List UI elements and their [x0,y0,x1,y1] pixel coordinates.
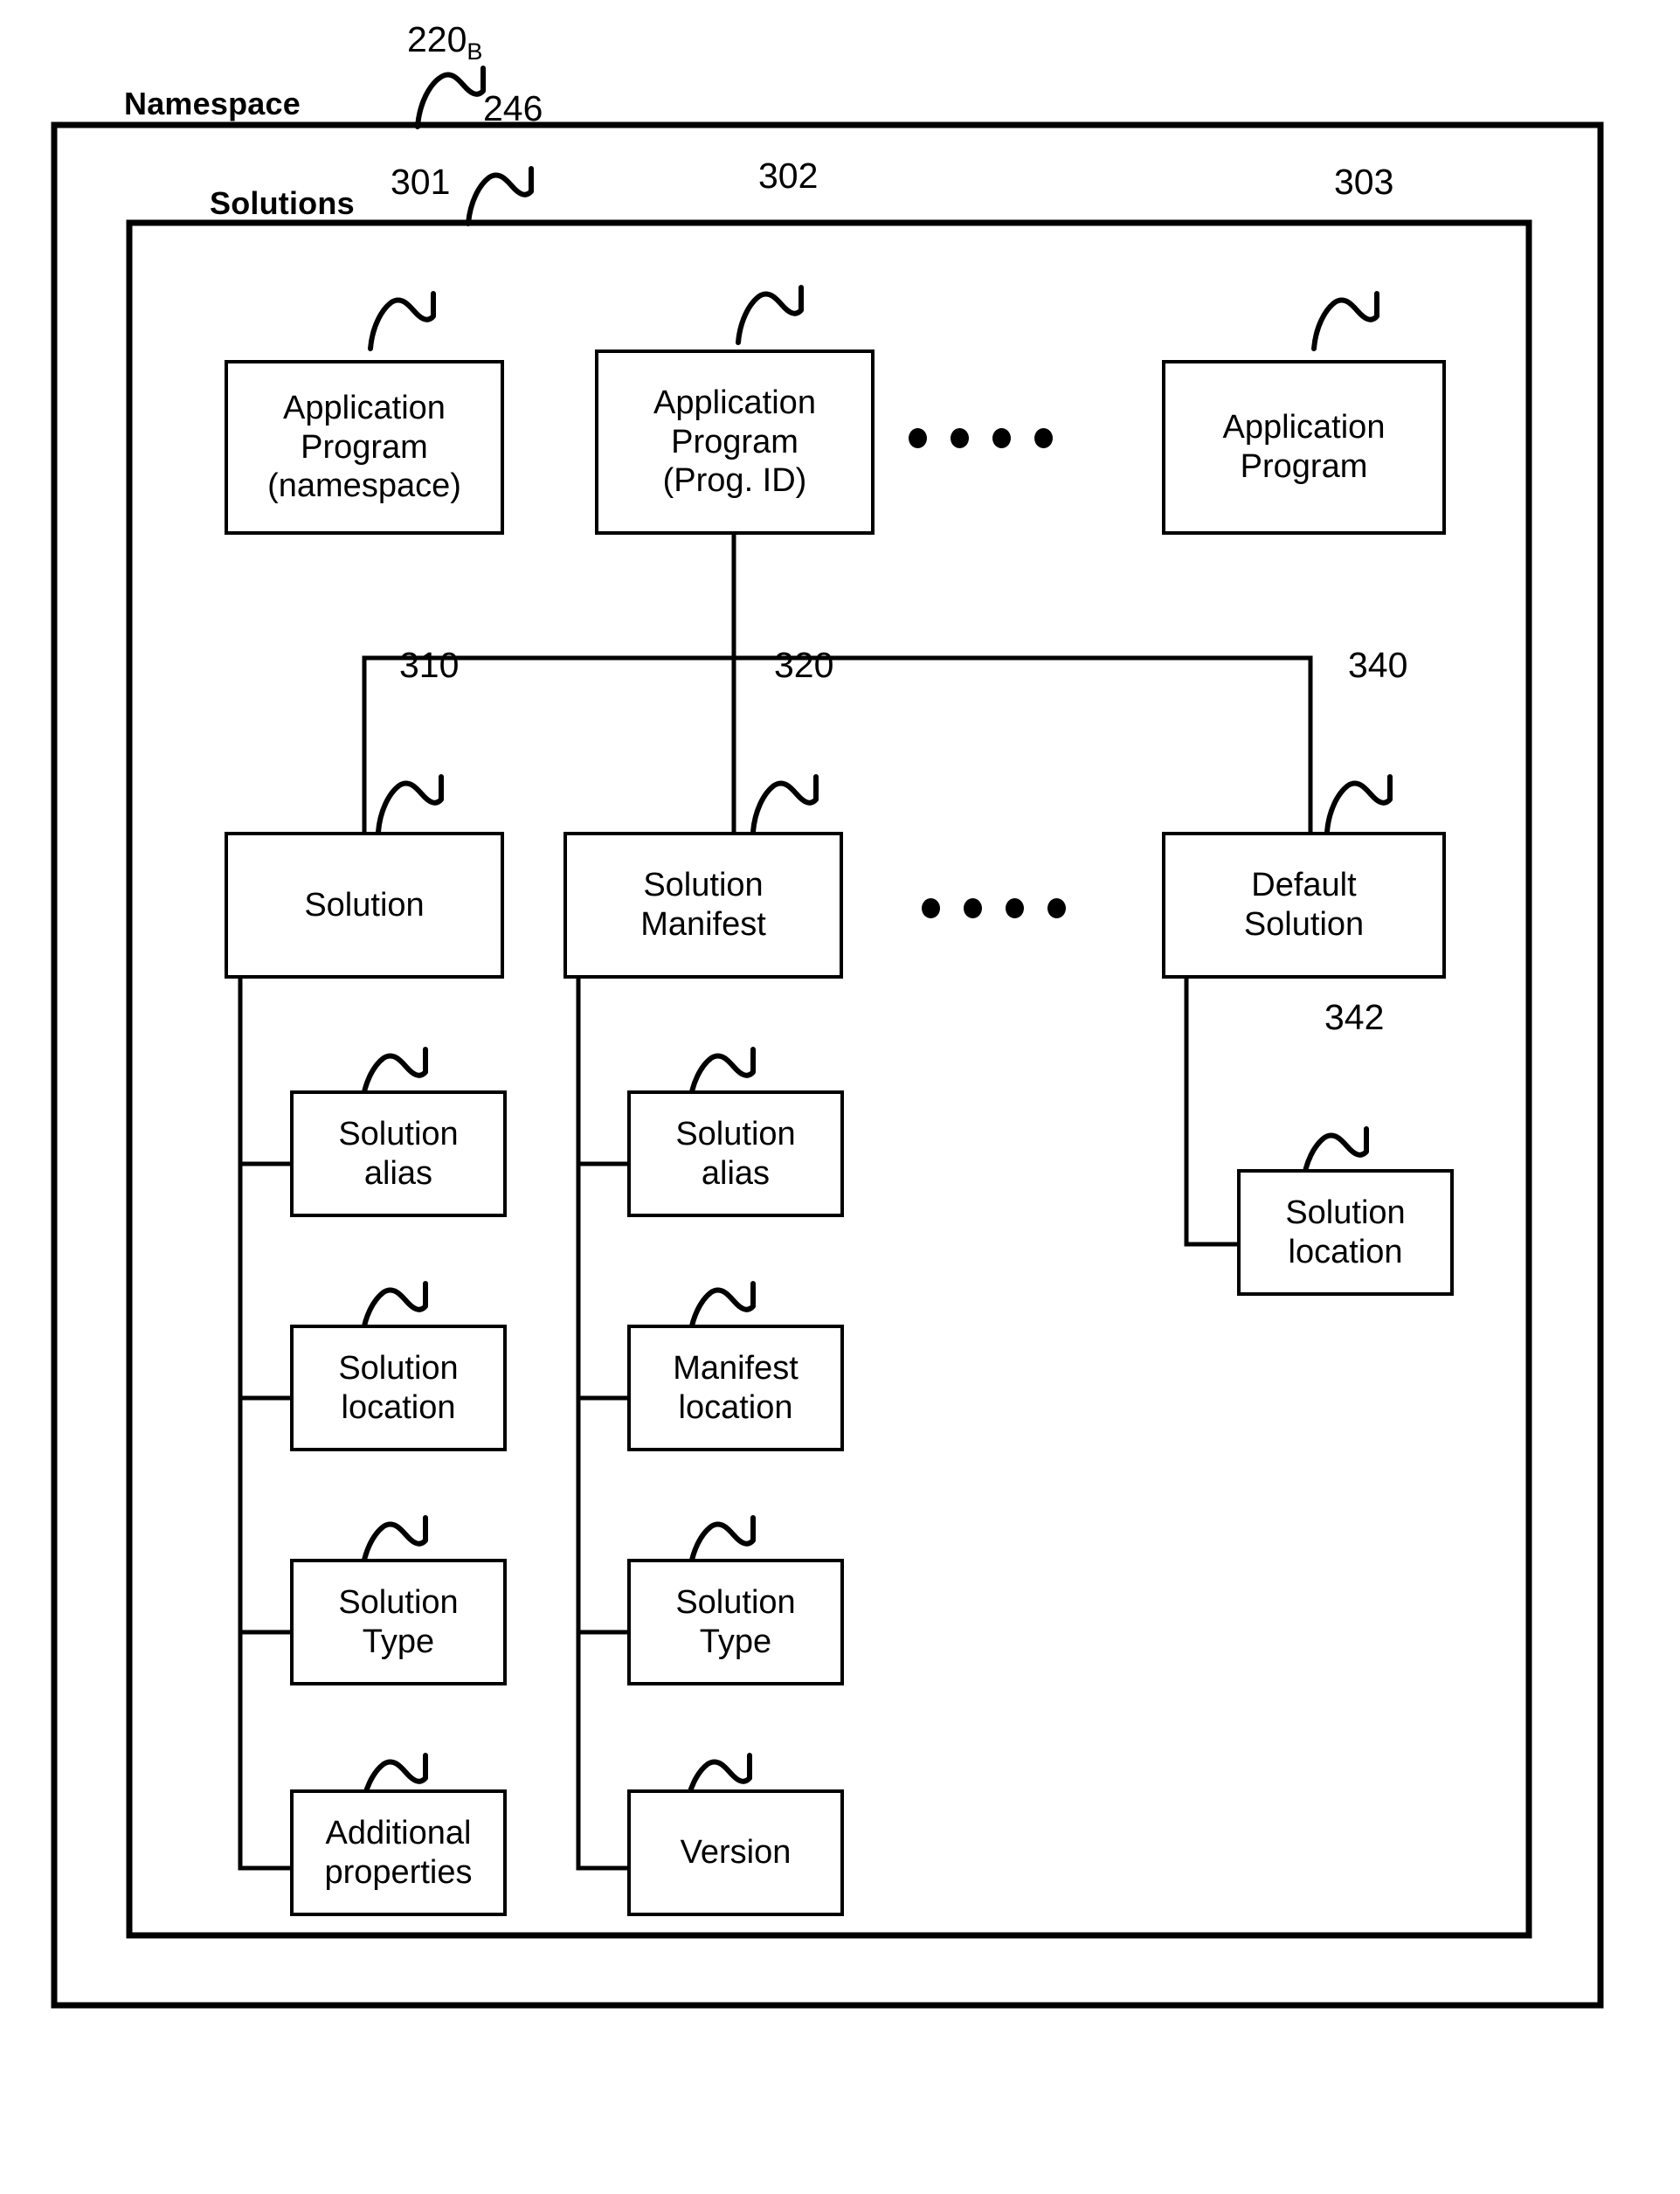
node-solution-line-1: Solution [304,886,425,924]
node-solution-type-320-line-1: Solution [675,1583,796,1621]
reference-246: 246 [483,88,543,128]
node-solution-alias-310-line-2: alias [363,1154,433,1192]
namespace-frame-label: Namespace [124,86,301,121]
node-additional-properties-line-2: properties [324,1853,473,1891]
ellipsis-middle [922,898,1066,918]
reference-320: 320 [774,645,834,685]
node-app-program-progid[interactable]: Application Program (Prog. ID) [595,350,875,535]
ellipsis-dot [951,428,969,448]
node-solution-type-320-line-2: Type [699,1623,772,1660]
node-solution-alias-320-line-2: alias [701,1154,771,1192]
node-solution-location-310-line-1: Solution [338,1349,459,1387]
ellipsis-dot [992,428,1011,448]
node-version-line-1: Version [680,1834,792,1872]
node-solution[interactable]: Solution [225,832,504,979]
node-solution-type-310[interactable]: Solution Type [290,1559,507,1685]
node-manifest-location-line-1: Manifest [673,1349,799,1387]
node-solution-type-320[interactable]: Solution Type [627,1559,844,1685]
reference-310: 310 [399,645,460,685]
ellipsis-dot [922,898,940,918]
ellipsis-top [909,428,1053,448]
node-solution-location-310-line-2: location [341,1388,456,1426]
node-solution-manifest-line-1: Solution [643,867,764,904]
reference-220b: 220B [407,19,482,66]
ellipsis-dot [1034,428,1053,448]
ellipsis-dot [909,428,927,448]
node-app-program-progid-line-1: Application [653,384,816,421]
ellipsis-dot [1006,898,1024,918]
node-solution-location-340-line-1: Solution [1285,1194,1406,1231]
node-manifest-location-line-2: location [678,1388,793,1426]
node-solution-alias-310-line-1: Solution [338,1115,459,1152]
reference-220b-number: 220 [407,19,467,59]
node-app-program-namespace-line-2: Program [301,428,428,466]
node-app-program-namespace[interactable]: Application Program (namespace) [225,360,504,535]
node-solution-alias-320-line-1: Solution [675,1115,796,1152]
node-additional-properties[interactable]: Additional properties [290,1789,507,1916]
node-solution-manifest-line-2: Manifest [640,906,766,943]
node-solution-alias-320[interactable]: Solution alias [627,1090,844,1217]
patent-figure-canvas: Namespace Solutions 220B 246 301 302 303… [0,0,1680,2194]
node-app-program-generic-line-1: Application [1222,409,1386,446]
node-additional-properties-line-1: Additional [325,1814,472,1851]
node-app-program-generic[interactable]: Application Program [1162,360,1446,535]
reference-342: 342 [1324,997,1385,1037]
node-solution-type-310-line-1: Solution [338,1583,459,1621]
reference-220b-subscript: B [467,38,483,66]
node-app-program-progid-line-2: Program [671,423,799,460]
node-default-solution-line-1: Default [1251,867,1357,904]
node-solution-manifest[interactable]: Solution Manifest [563,832,843,979]
node-solution-location-310[interactable]: Solution location [290,1325,507,1451]
node-solution-type-310-line-2: Type [362,1623,435,1660]
solutions-frame-label: Solutions [210,185,355,221]
node-app-program-progid-line-3: (Prog. ID) [662,462,807,500]
reference-301: 301 [391,162,451,202]
node-solution-location-340[interactable]: Solution location [1237,1169,1454,1296]
node-app-program-generic-line-2: Program [1240,448,1368,485]
node-default-solution-line-2: Solution [1243,906,1365,943]
node-app-program-namespace-line-3: (namespace) [267,467,461,505]
node-app-program-namespace-line-1: Application [283,389,446,426]
node-version[interactable]: Version [627,1789,844,1916]
reference-302: 302 [758,156,819,196]
node-solution-location-340-line-2: location [1288,1233,1403,1270]
node-manifest-location[interactable]: Manifest location [627,1325,844,1451]
reference-303: 303 [1334,162,1394,202]
ellipsis-dot [1047,898,1066,918]
node-default-solution[interactable]: Default Solution [1162,832,1446,979]
node-solution-alias-310[interactable]: Solution alias [290,1090,507,1217]
reference-340: 340 [1348,645,1408,685]
ellipsis-dot [964,898,982,918]
